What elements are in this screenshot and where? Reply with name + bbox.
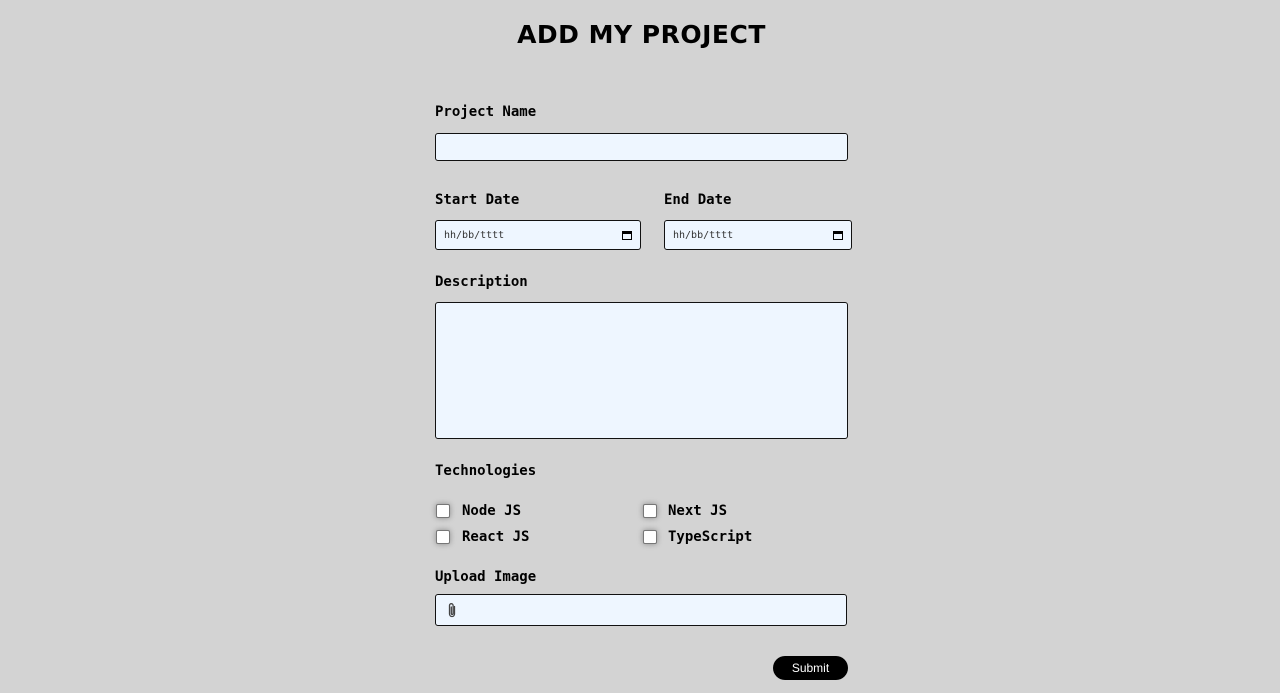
start-date-label: Start Date [435,192,520,208]
typescript-checkbox[interactable] [643,530,657,544]
next-js-checkbox[interactable] [643,504,657,518]
react-js-checkbox[interactable] [436,530,450,544]
calendar-icon[interactable] [622,230,632,240]
typescript-label: TypeScript [668,529,753,545]
start-date-placeholder: hh/bb/tttt [444,229,505,241]
description-textarea[interactable] [435,302,848,439]
start-date-input[interactable]: hh/bb/tttt [435,220,641,250]
react-js-label: React JS [462,529,530,545]
end-date-label: End Date [664,192,732,208]
calendar-icon[interactable] [833,230,843,240]
submit-button[interactable]: Submit [773,656,848,680]
project-name-label: Project Name [435,104,537,120]
node-js-checkbox[interactable] [436,504,450,518]
upload-image-input[interactable] [435,594,847,626]
description-label: Description [435,274,528,290]
page-title: ADD MY PROJECT [517,20,766,49]
node-js-label: Node JS [462,503,522,519]
next-js-label: Next JS [668,503,728,519]
upload-image-label: Upload Image [435,569,537,585]
project-name-input[interactable] [435,133,848,161]
paperclip-icon [446,602,458,623]
end-date-input[interactable]: hh/bb/tttt [664,220,852,250]
end-date-placeholder: hh/bb/tttt [673,229,734,241]
technologies-label: Technologies [435,463,537,479]
